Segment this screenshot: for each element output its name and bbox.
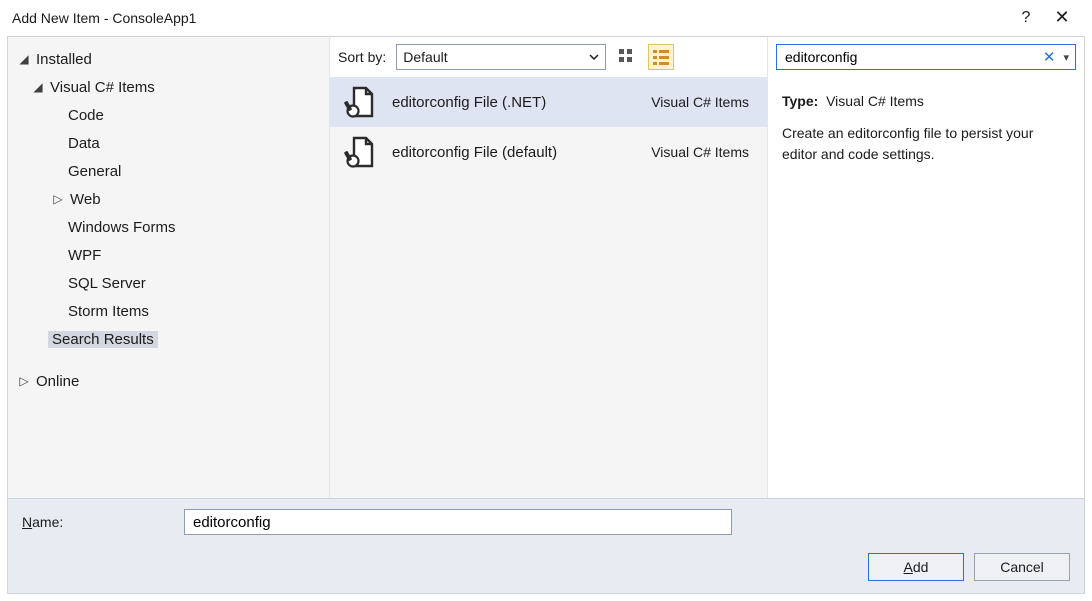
cancel-button[interactable]: Cancel	[974, 553, 1070, 581]
detail-description: Create an editorconfig file to persist y…	[782, 123, 1070, 165]
name-input[interactable]	[184, 509, 732, 535]
view-list-button[interactable]	[648, 44, 674, 70]
tree-search-results[interactable]: Search Results	[8, 325, 329, 353]
clear-search-icon[interactable]: ✕	[1039, 48, 1060, 66]
tree-label: Data	[68, 135, 100, 152]
tree-label: Storm Items	[68, 303, 149, 320]
tree-label: Online	[36, 373, 79, 390]
window-title: Add New Item - ConsoleApp1	[12, 10, 1008, 26]
tree-label: Visual C# Items	[50, 79, 155, 96]
tree-installed[interactable]: ◢ Installed	[8, 45, 329, 73]
tree-item-storm-items[interactable]: Storm Items	[8, 297, 329, 325]
editorconfig-file-icon	[342, 84, 378, 120]
collapse-icon: ◢	[18, 52, 30, 66]
button-row: Add Cancel	[22, 553, 1070, 581]
name-label: Name:	[22, 514, 172, 530]
detail-type-value: Visual C# Items	[826, 93, 924, 109]
expand-icon: ▷	[52, 192, 64, 206]
tree-visual-csharp-items[interactable]: ◢ Visual C# Items	[8, 73, 329, 101]
search-options-icon[interactable]: ▾	[1059, 51, 1069, 64]
close-button[interactable]: ✕	[1044, 0, 1080, 36]
category-sidebar: ◢ Installed ◢ Visual C# Items Code Data …	[8, 37, 329, 498]
tree-label: SQL Server	[68, 275, 146, 292]
editorconfig-file-icon	[342, 134, 378, 170]
tree-item-code[interactable]: Code	[8, 101, 329, 129]
tree-label: Windows Forms	[68, 219, 176, 236]
tree-online[interactable]: ▷ Online	[8, 367, 329, 395]
tree-label: Code	[68, 107, 104, 124]
template-name: editorconfig File (.NET)	[392, 94, 637, 111]
template-name: editorconfig File (default)	[392, 144, 637, 161]
tree-label: Web	[70, 191, 101, 208]
tree-item-web[interactable]: ▷ Web	[8, 185, 329, 213]
titlebar: Add New Item - ConsoleApp1 ? ✕	[0, 0, 1092, 36]
template-item[interactable]: editorconfig File (.NET) Visual C# Items	[330, 77, 767, 127]
help-button[interactable]: ?	[1008, 0, 1044, 36]
collapse-icon: ◢	[32, 80, 44, 94]
tree-label: Search Results	[48, 331, 158, 348]
tree-label: WPF	[68, 247, 101, 264]
tree-item-data[interactable]: Data	[8, 129, 329, 157]
tree-item-sql-server[interactable]: SQL Server	[8, 269, 329, 297]
template-toolbar: Sort by: Default	[330, 37, 767, 77]
template-list-pane: Sort by: Default	[329, 37, 768, 498]
tree-label: General	[68, 163, 121, 180]
chevron-down-icon	[589, 52, 599, 62]
detail-pane: ✕ ▾ Type: Visual C# Items Create an edit…	[768, 37, 1084, 498]
tree-item-general[interactable]: General	[8, 157, 329, 185]
expand-icon: ▷	[18, 374, 30, 388]
grid-view-icon	[618, 48, 636, 66]
sort-by-label: Sort by:	[338, 49, 386, 65]
name-row: Name:	[22, 509, 1070, 535]
sort-by-value: Default	[403, 49, 447, 65]
dialog-body: ◢ Installed ◢ Visual C# Items Code Data …	[7, 36, 1085, 594]
search-input[interactable]	[783, 48, 1039, 66]
tree-item-wpf[interactable]: WPF	[8, 241, 329, 269]
template-category: Visual C# Items	[651, 144, 755, 160]
add-button[interactable]: Add	[868, 553, 964, 581]
detail-type-label: Type:	[782, 93, 818, 109]
list-view-icon	[652, 48, 670, 66]
template-item[interactable]: editorconfig File (default) Visual C# It…	[330, 127, 767, 177]
dialog-footer: Name: Add Cancel	[8, 498, 1084, 593]
search-box[interactable]: ✕ ▾	[776, 44, 1076, 70]
main-area: ◢ Installed ◢ Visual C# Items Code Data …	[8, 37, 1084, 498]
sort-by-select[interactable]: Default	[396, 44, 606, 70]
view-icons-button[interactable]	[614, 44, 640, 70]
template-category: Visual C# Items	[651, 94, 755, 110]
tree-label: Installed	[36, 51, 92, 68]
search-bar: ✕ ▾	[768, 37, 1084, 77]
template-list: editorconfig File (.NET) Visual C# Items…	[330, 77, 767, 498]
template-details: Type: Visual C# Items Create an editorco…	[768, 77, 1084, 498]
tree-item-windows-forms[interactable]: Windows Forms	[8, 213, 329, 241]
